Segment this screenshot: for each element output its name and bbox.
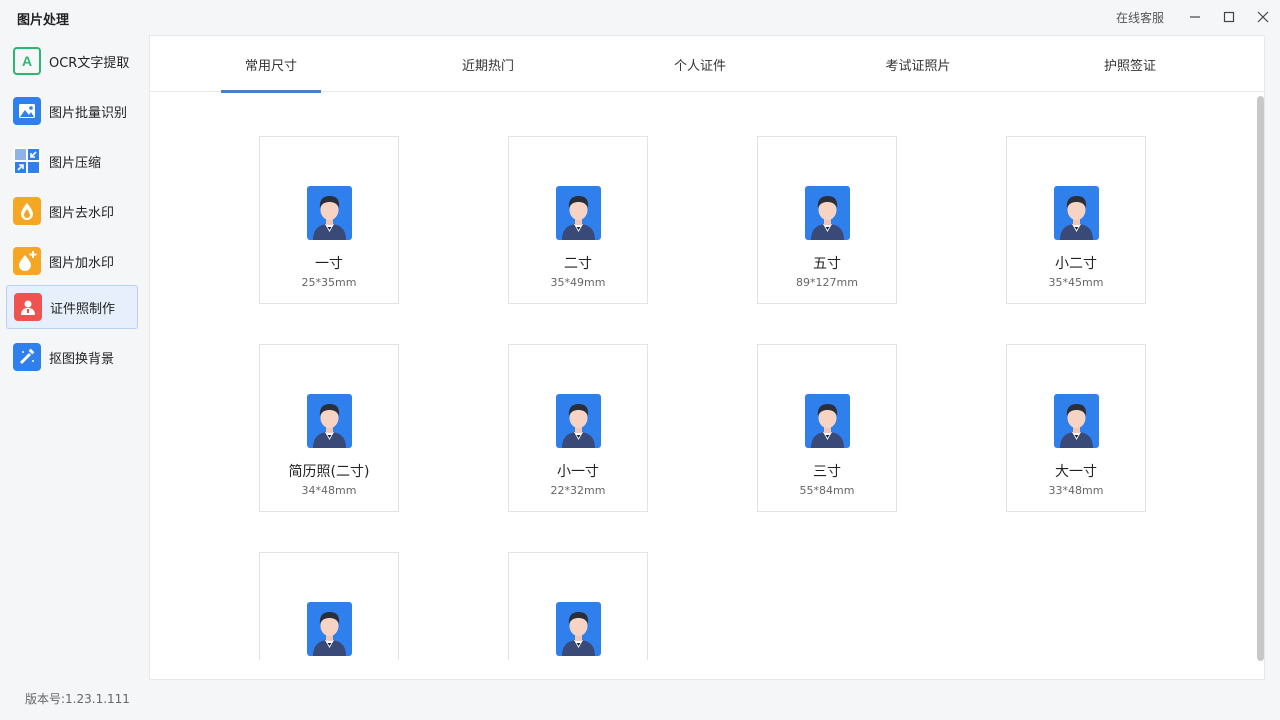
- image-recognition-icon: [13, 97, 41, 125]
- size-card[interactable]: [259, 552, 399, 660]
- person-silhouette-icon: [562, 612, 595, 656]
- cutout-icon: [13, 343, 41, 371]
- sidebar-item-label: 图片压缩: [49, 155, 102, 171]
- size-name: 五寸: [813, 256, 841, 272]
- maximize-icon: [1223, 11, 1235, 23]
- size-card[interactable]: 小一寸 22*32mm: [508, 344, 648, 512]
- portrait-icon: [307, 394, 352, 448]
- person-silhouette-icon: [811, 196, 844, 240]
- portrait-icon: [556, 602, 601, 656]
- id-photo-icon: [14, 293, 42, 321]
- portrait-icon: [307, 186, 352, 240]
- person-silhouette-icon: [313, 612, 346, 656]
- size-card[interactable]: 小二寸 35*45mm: [1006, 136, 1146, 304]
- close-button[interactable]: [1246, 0, 1280, 34]
- sidebar-item-label: 抠图换背景: [49, 351, 115, 367]
- category-tabs: 常用尺寸 近期热门 个人证件 考试证照片 护照签证: [150, 36, 1264, 93]
- compress-icon: [13, 147, 41, 175]
- size-dimensions: 35*49mm: [550, 276, 606, 289]
- vertical-scrollbar[interactable]: [1257, 96, 1264, 661]
- person-silhouette-icon: [313, 196, 346, 240]
- person-silhouette-icon: [811, 404, 844, 448]
- tab-recent-popular[interactable]: 近期热门: [433, 36, 543, 92]
- size-card[interactable]: 五寸 89*127mm: [757, 136, 897, 304]
- size-name: 大一寸: [1055, 464, 1097, 480]
- close-icon: [1257, 11, 1269, 23]
- size-dimensions: 89*127mm: [796, 276, 858, 289]
- sidebar-item-label: 证件照制作: [50, 301, 116, 317]
- size-name: 一寸: [315, 256, 343, 272]
- minimize-icon: [1190, 16, 1200, 18]
- version-label: 版本号:1.23.1.111: [25, 692, 130, 706]
- sidebar-item-label: 图片去水印: [49, 205, 115, 221]
- portrait-icon: [1054, 186, 1099, 240]
- sidebar-item-cutout[interactable]: 抠图换背景: [6, 335, 138, 379]
- sidebar-item-ocr[interactable]: A OCR文字提取: [6, 39, 138, 83]
- svg-text:A: A: [22, 53, 32, 69]
- size-dimensions: 34*48mm: [301, 484, 357, 497]
- sidebar-item-label: 图片加水印: [49, 255, 115, 271]
- tab-exam-photo[interactable]: 考试证照片: [863, 36, 973, 92]
- portrait-icon: [1054, 394, 1099, 448]
- app-title: 图片处理: [17, 13, 70, 28]
- tab-passport-visa[interactable]: 护照签证: [1075, 36, 1185, 92]
- tab-common-sizes[interactable]: 常用尺寸: [221, 36, 321, 93]
- portrait-icon: [556, 186, 601, 240]
- remove-watermark-icon: [13, 197, 41, 225]
- photo-size-grid: 一寸 25*35mm 二寸 35*49mm 五寸 89*127mm 小二寸 35…: [150, 93, 1264, 660]
- sidebar-item-compress[interactable]: 图片压缩: [6, 139, 138, 183]
- sidebar-item-remove-watermark[interactable]: 图片去水印: [6, 189, 138, 233]
- size-name: 简历照(二寸): [288, 464, 370, 480]
- portrait-icon: [805, 186, 850, 240]
- ocr-icon: A: [13, 47, 41, 75]
- person-silhouette-icon: [313, 404, 346, 448]
- sidebar-item-label: OCR文字提取: [49, 55, 130, 71]
- size-card[interactable]: 大一寸 33*48mm: [1006, 344, 1146, 512]
- size-dimensions: 55*84mm: [799, 484, 855, 497]
- size-card[interactable]: 二寸 35*49mm: [508, 136, 648, 304]
- main-panel: 常用尺寸 近期热门 个人证件 考试证照片 护照签证 一寸 25*35mm 二寸 …: [149, 35, 1265, 680]
- tab-personal-id[interactable]: 个人证件: [645, 36, 755, 92]
- person-silhouette-icon: [1060, 196, 1093, 240]
- size-name: 二寸: [564, 256, 592, 272]
- size-card[interactable]: 简历照(二寸) 34*48mm: [259, 344, 399, 512]
- size-dimensions: 35*45mm: [1048, 276, 1104, 289]
- sidebar: A OCR文字提取 图片批量识别 图片压缩 图片去水印 图片加水印 证件照制作: [0, 34, 148, 684]
- size-dimensions: 22*32mm: [550, 484, 606, 497]
- size-card[interactable]: 三寸 55*84mm: [757, 344, 897, 512]
- size-dimensions: 25*35mm: [301, 276, 357, 289]
- add-watermark-icon: [13, 247, 41, 275]
- online-support-link[interactable]: 在线客服: [1116, 9, 1164, 26]
- size-card[interactable]: [508, 552, 648, 660]
- title-bar: 图片处理 在线客服: [0, 0, 1280, 34]
- sidebar-item-label: 图片批量识别: [49, 105, 128, 121]
- size-card[interactable]: 一寸 25*35mm: [259, 136, 399, 304]
- size-name: 小二寸: [1055, 256, 1097, 272]
- sidebar-item-add-watermark[interactable]: 图片加水印: [6, 239, 138, 283]
- maximize-button[interactable]: [1212, 0, 1246, 34]
- person-silhouette-icon: [562, 196, 595, 240]
- size-name: 三寸: [813, 464, 841, 480]
- size-name: 小一寸: [557, 464, 599, 480]
- minimize-button[interactable]: [1178, 0, 1212, 34]
- portrait-icon: [805, 394, 850, 448]
- portrait-icon: [556, 394, 601, 448]
- person-silhouette-icon: [1060, 404, 1093, 448]
- portrait-icon: [307, 602, 352, 656]
- size-dimensions: 33*48mm: [1048, 484, 1104, 497]
- sidebar-item-id-photo[interactable]: 证件照制作: [6, 285, 138, 329]
- sidebar-item-batch-recognition[interactable]: 图片批量识别: [6, 89, 138, 133]
- person-silhouette-icon: [562, 404, 595, 448]
- window-controls: 在线客服: [1116, 0, 1280, 34]
